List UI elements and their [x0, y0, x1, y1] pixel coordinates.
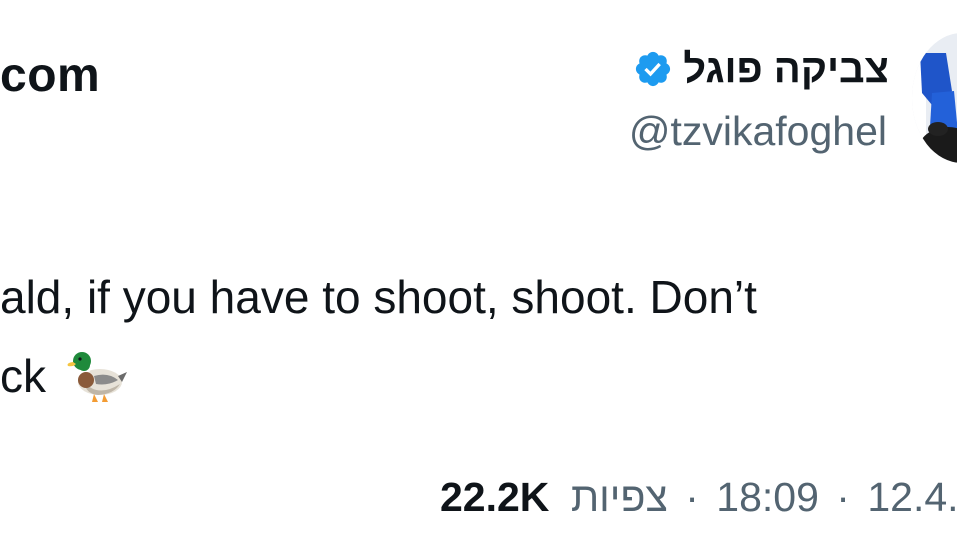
verified-badge-icon — [636, 51, 671, 87]
avatar[interactable] — [912, 33, 957, 163]
separator-2: · — [836, 474, 850, 520]
views-count[interactable]: 22.2K — [440, 477, 549, 518]
tweet-date[interactable]: 12.4.2 — [867, 477, 957, 518]
author-display-name[interactable]: צביקה פוגל — [683, 49, 889, 89]
tweet-text-line-2-text: ck — [0, 350, 46, 402]
author-name-row[interactable]: צביקה פוגל — [633, 49, 889, 89]
tweet-time[interactable]: 18:09 — [716, 477, 819, 518]
tweet-card: com צביקה פוגל @tzvikafoghel ald, if you… — [0, 0, 957, 538]
tweet-text-line-1: ald, if you have to shoot, shoot. Don’t — [0, 271, 757, 323]
tweet-text: ald, if you have to shoot, shoot. Don’t … — [0, 258, 957, 416]
quoted-account-text: com — [0, 49, 101, 102]
views-label: צפיות — [570, 474, 668, 520]
duck-icon — [67, 352, 127, 402]
tweet-meta: 22.2K צפיות · 18:09 · 12.4.2 — [440, 477, 957, 518]
tweet-text-line-2: ck — [0, 337, 957, 416]
avatar-image — [912, 33, 957, 163]
author-handle[interactable]: @tzvikafoghel — [629, 111, 887, 152]
separator-1: · — [685, 474, 699, 520]
